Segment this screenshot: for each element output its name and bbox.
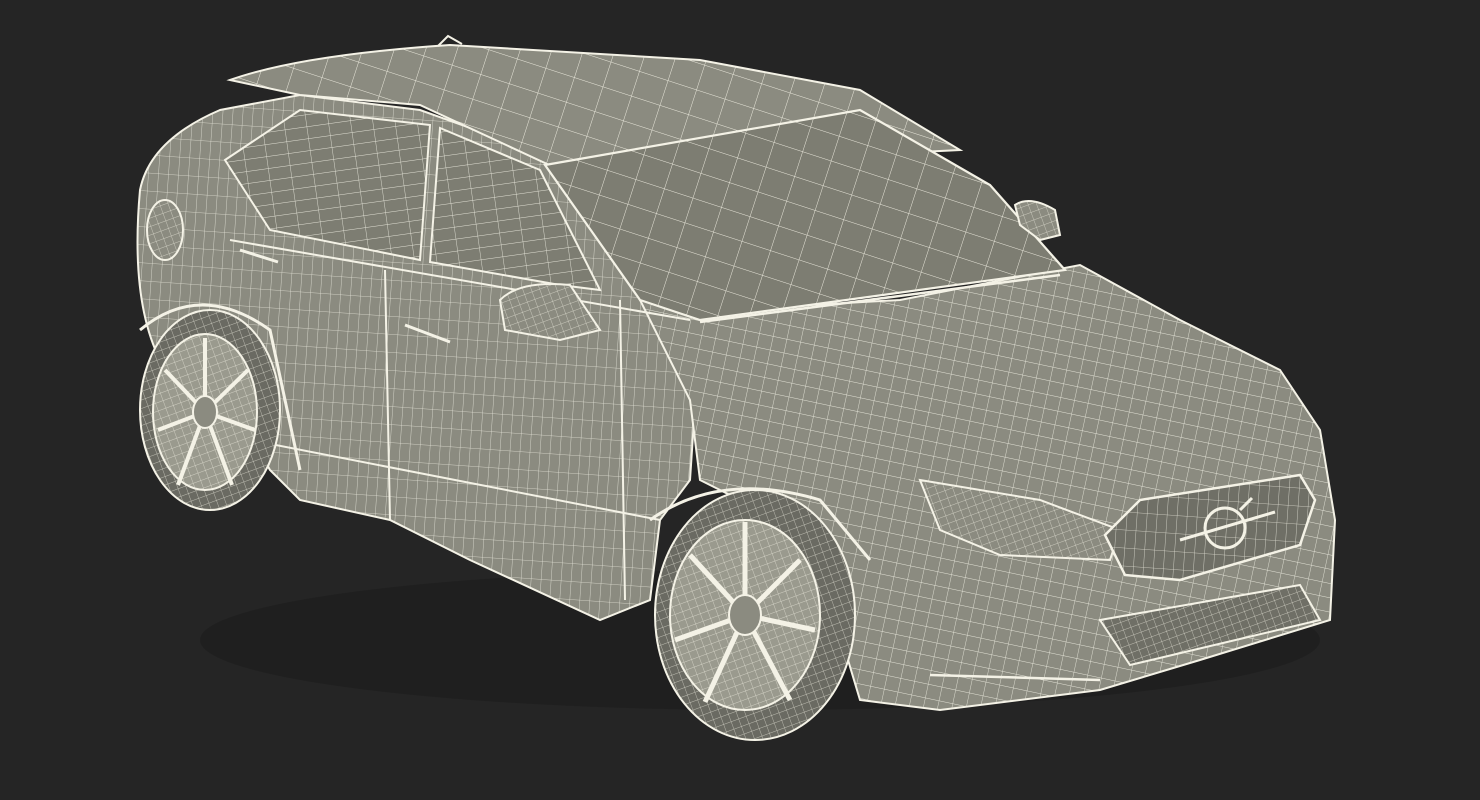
render-viewport bbox=[0, 0, 1480, 800]
rear-wheel bbox=[139, 309, 281, 511]
front-wheel bbox=[654, 489, 856, 741]
car-wireframe-render bbox=[136, 34, 1337, 741]
rear-taillight bbox=[146, 199, 184, 261]
